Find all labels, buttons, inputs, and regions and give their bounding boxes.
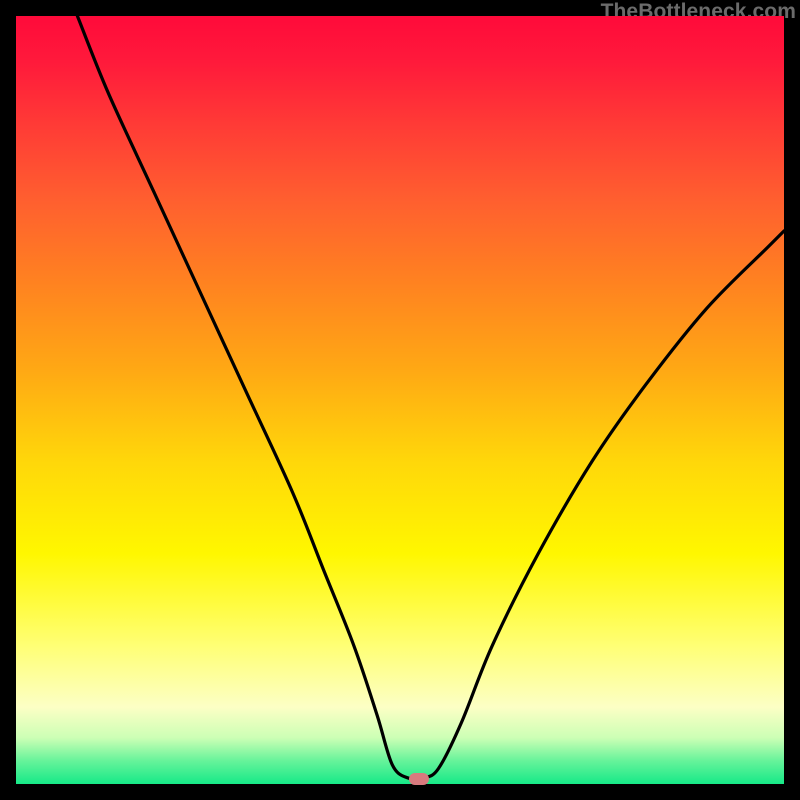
optimum-marker (409, 773, 429, 785)
bottleneck-curve (16, 16, 784, 784)
chart-stage: TheBottleneck.com (0, 0, 800, 800)
plot-area (16, 16, 784, 784)
